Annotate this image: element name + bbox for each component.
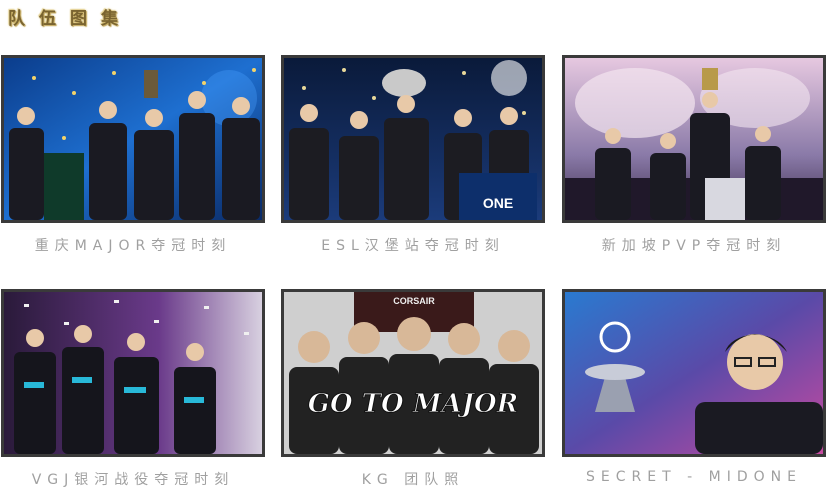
svg-text:ONE: ONE	[483, 195, 513, 211]
photo-frame[interactable]	[1, 55, 265, 223]
team-celebration-photo	[4, 58, 262, 220]
gallery-item[interactable]: SECRET - MIDONE	[562, 289, 826, 485]
gallery-item[interactable]: ONE ESL汉堡站夺冠时刻	[281, 55, 545, 255]
gallery-item[interactable]: VGJ银河战役夺冠时刻	[1, 289, 265, 489]
photo-frame[interactable]	[562, 55, 826, 223]
photo-caption[interactable]: 新加坡PVP夺冠时刻	[562, 235, 826, 255]
photo-frame[interactable]: CORSAIR GO TO MAJOR	[281, 289, 545, 457]
team-trophy-stage-photo: ONE	[284, 58, 542, 220]
photo-caption[interactable]: ESL汉堡站夺冠时刻	[281, 235, 545, 255]
team-confetti-photo	[4, 292, 262, 454]
gallery-item[interactable]: 重庆MAJOR夺冠时刻	[1, 55, 265, 255]
photo-caption[interactable]: VGJ银河战役夺冠时刻	[1, 469, 265, 489]
photo-caption[interactable]: KG 团队照	[281, 469, 545, 489]
photo-frame[interactable]: ONE	[281, 55, 545, 223]
poster-sign-text: CORSAIR	[393, 296, 435, 306]
photo-gallery: 重庆MAJOR夺冠时刻 ONE ESL汉堡站夺冠时刻 新加坡PVP夺冠时刻 VG…	[0, 0, 826, 488]
photo-caption[interactable]: SECRET - MIDONE	[562, 469, 826, 485]
gallery-item[interactable]: CORSAIR GO TO MAJOR KG 团队照	[281, 289, 545, 489]
photo-frame[interactable]	[1, 289, 265, 457]
poster-overlay-text: GO TO MAJOR	[308, 389, 518, 419]
photo-frame[interactable]	[562, 289, 826, 457]
team-trophy-smoke-photo	[565, 58, 823, 220]
photo-caption[interactable]: 重庆MAJOR夺冠时刻	[1, 235, 265, 255]
gallery-item[interactable]: 新加坡PVP夺冠时刻	[562, 55, 826, 255]
team-poster-photo: CORSAIR GO TO MAJOR	[284, 292, 542, 454]
player-portrait-photo	[565, 292, 823, 454]
